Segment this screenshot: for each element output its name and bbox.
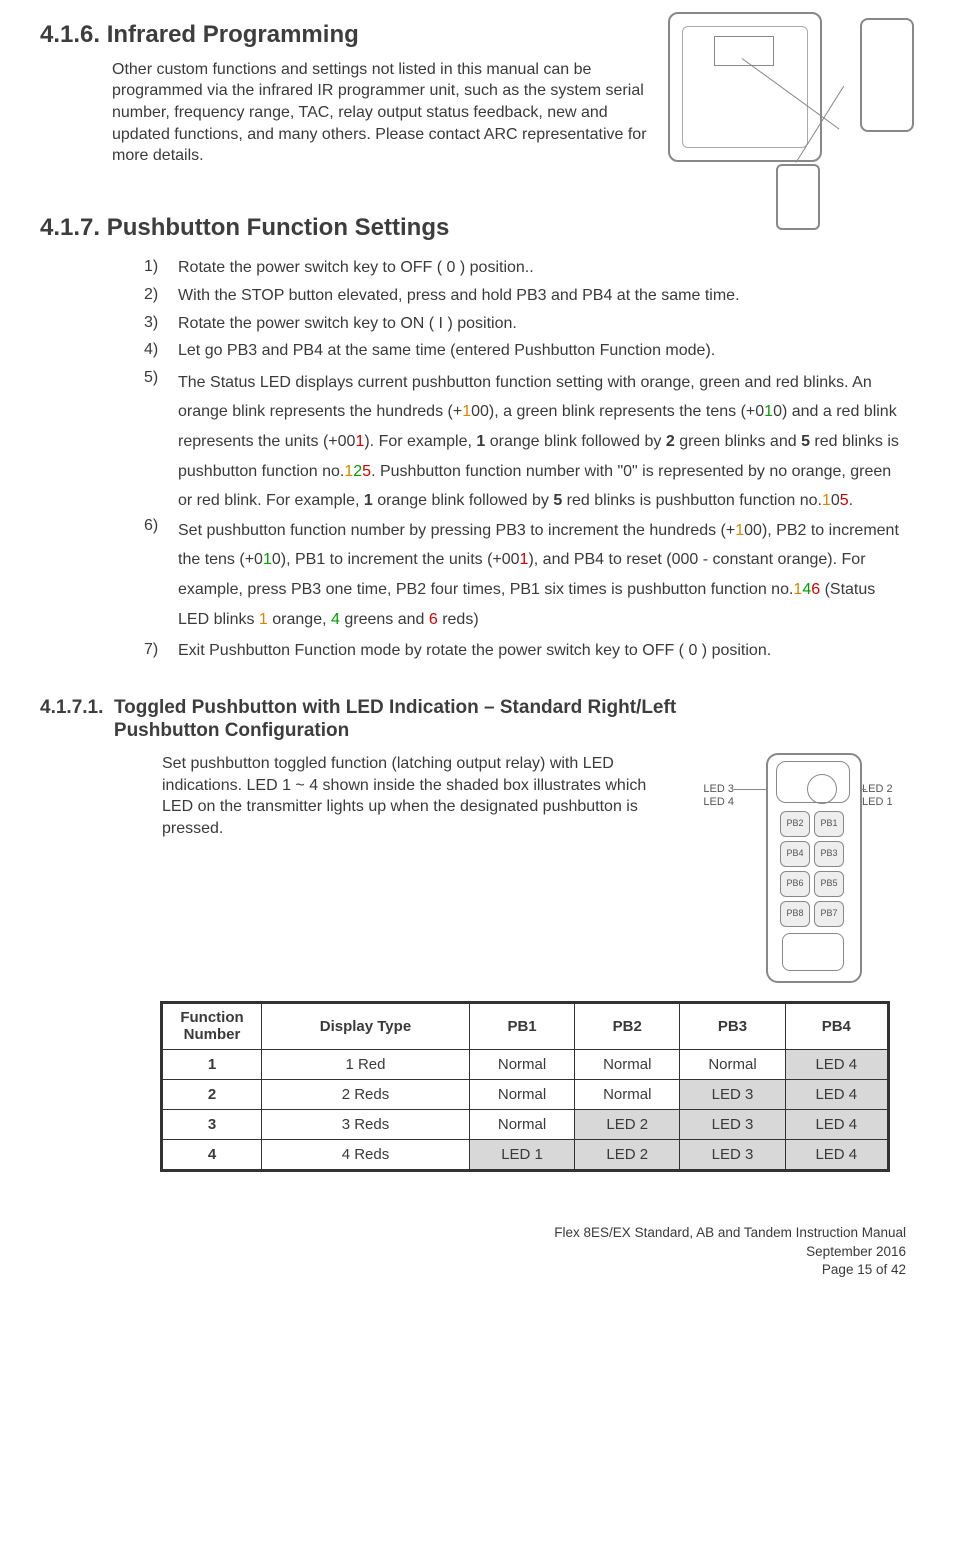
table-cell: LED 2 — [575, 1110, 680, 1140]
step-text: Let go PB3 and PB4 at the same time (ent… — [178, 340, 906, 362]
step-number: 5) — [144, 368, 178, 516]
table-cell: 3 Reds — [261, 1110, 469, 1140]
table-row: 22 RedsNormalNormalLED 3LED 4 — [163, 1079, 888, 1109]
table-cell: LED 3 — [680, 1110, 785, 1140]
table-row: 33 RedsNormalLED 2LED 3LED 4 — [163, 1110, 888, 1140]
step-number: 2) — [144, 285, 178, 307]
table-cell: LED 3 — [680, 1140, 785, 1170]
step-text: Rotate the power switch key to ON ( I ) … — [178, 313, 906, 335]
step-text: With the STOP button elevated, press and… — [178, 285, 906, 307]
table-cell: 1 — [163, 1049, 262, 1079]
table-cell: 1 Red — [261, 1049, 469, 1079]
table-cell: LED 4 — [785, 1079, 887, 1109]
step-number: 4) — [144, 340, 178, 362]
table-cell: 4 — [163, 1140, 262, 1170]
led-left-labels: LED 3LED 4 — [686, 783, 734, 809]
table-cell: LED 4 — [785, 1049, 887, 1079]
footer-page: Page 15 of 42 — [40, 1261, 906, 1279]
table-cell: Normal — [575, 1079, 680, 1109]
table-cell: LED 3 — [680, 1079, 785, 1109]
table-cell: 3 — [163, 1110, 262, 1140]
step-number: 1) — [144, 257, 178, 279]
step-text: Set pushbutton function number by pressi… — [178, 516, 906, 634]
table-cell: Normal — [575, 1049, 680, 1079]
pb4-icon: PB4 — [780, 841, 810, 867]
table-row: 44 RedsLED 1LED 2LED 3LED 4 — [163, 1140, 888, 1170]
step-number: 7) — [144, 640, 178, 662]
footer-title: Flex 8ES/EX Standard, AB and Tandem Inst… — [40, 1224, 906, 1242]
table-cell: 2 Reds — [261, 1079, 469, 1109]
receiver-unit-icon — [668, 12, 822, 162]
table-cell: Normal — [680, 1049, 785, 1079]
table-cell: Normal — [469, 1110, 574, 1140]
pb2-icon: PB2 — [780, 811, 810, 837]
step-number: 3) — [144, 313, 178, 335]
step-text: Exit Pushbutton Function mode by rotate … — [178, 640, 906, 662]
step-text: Rotate the power switch key to OFF ( 0 )… — [178, 257, 906, 279]
table-cell: Normal — [469, 1049, 574, 1079]
footer-date: September 2016 — [40, 1243, 906, 1261]
col-pb1: PB1 — [469, 1004, 574, 1050]
pb6-icon: PB6 — [780, 871, 810, 897]
col-pb2: PB2 — [575, 1004, 680, 1050]
col-function-number: Function Number — [163, 1004, 262, 1050]
section-416-paragraph: Other custom functions and settings not … — [112, 59, 657, 167]
table-cell: Normal — [469, 1079, 574, 1109]
pb7-icon: PB7 — [814, 901, 844, 927]
ir-programming-diagram — [668, 12, 914, 227]
table-cell: LED 1 — [469, 1140, 574, 1170]
section-4171-paragraph: Set pushbutton toggled function (latchin… — [162, 753, 682, 839]
table-cell: LED 4 — [785, 1140, 887, 1170]
col-display-type: Display Type — [261, 1004, 469, 1050]
table-row: 11 RedNormalNormalNormalLED 4 — [163, 1049, 888, 1079]
col-pb4: PB4 — [785, 1004, 887, 1050]
table-cell: LED 2 — [575, 1140, 680, 1170]
remote-outline-icon: PB2PB1 PB4PB3 PB6PB5 PB8PB7 — [766, 753, 862, 983]
led-right-labels: LED 2LED 1 — [862, 783, 906, 809]
table-cell: 2 — [163, 1079, 262, 1109]
pb3-icon: PB3 — [814, 841, 844, 867]
step-text: The Status LED displays current pushbutt… — [178, 368, 906, 516]
section-4171-heading: 4.1.7.1. Toggled Pushbutton with LED Ind… — [40, 696, 906, 744]
function-table: Function Number Display Type PB1 PB2 PB3… — [162, 1003, 888, 1170]
step-number: 6) — [144, 516, 178, 634]
col-pb3: PB3 — [680, 1004, 785, 1050]
pushbutton-steps-list: 1)Rotate the power switch key to OFF ( 0… — [144, 257, 906, 661]
table-header-row: Function Number Display Type PB1 PB2 PB3… — [163, 1004, 888, 1050]
table-cell: LED 4 — [785, 1110, 887, 1140]
transmitter-led-diagram: LED 3LED 4 LED 2LED 1 PB2PB1 PB4PB3 PB6P… — [686, 753, 906, 993]
table-cell: 4 Reds — [261, 1140, 469, 1170]
transmitter-icon — [860, 18, 914, 132]
pb8-icon: PB8 — [780, 901, 810, 927]
pb1-icon: PB1 — [814, 811, 844, 837]
pb5-icon: PB5 — [814, 871, 844, 897]
page-footer: Flex 8ES/EX Standard, AB and Tandem Inst… — [40, 1224, 906, 1279]
ir-programmer-icon — [776, 164, 820, 230]
